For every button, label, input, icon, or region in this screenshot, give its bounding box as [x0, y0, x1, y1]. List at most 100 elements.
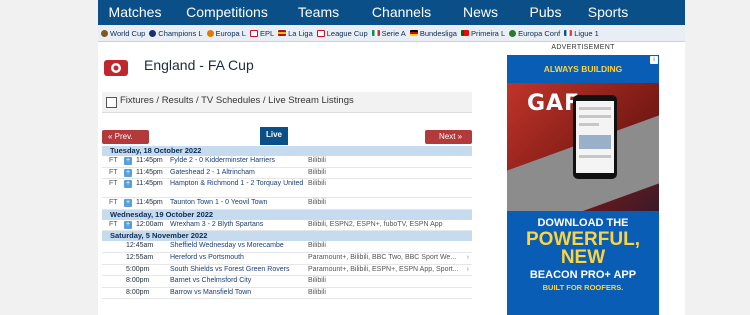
match-link[interactable]: Fylde 2 - 0 Kidderminster Harriers [170, 156, 306, 165]
match-link[interactable]: Sheffield Wednesday vs Morecambe [170, 241, 306, 250]
chevron-right-icon[interactable]: › [467, 265, 469, 275]
league-ligue-1[interactable]: Ligue 1 [564, 29, 599, 38]
channels: Bilibili [308, 157, 326, 164]
match-status: FT [109, 157, 118, 164]
date-header: Saturday, 5 November 2022 [102, 231, 472, 242]
advertisement-label: ADVERTISEMENT [551, 44, 615, 51]
match-link[interactable]: Barnet vs Chelmsford City [170, 276, 306, 285]
channels: Bilibili [308, 199, 326, 207]
table-row[interactable]: FT + 11:45pm Gateshead 2 - 1 Altrincham … [102, 168, 472, 180]
league-bundesliga[interactable]: Bundesliga [409, 29, 457, 38]
channels: Bilibili, ESPN2, ESPN+, fuboTV, ESPN App [308, 220, 443, 228]
match-link[interactable]: Gateshead 2 - 1 Altrincham [170, 168, 306, 177]
fa-cup-logo-icon [104, 60, 128, 76]
kickoff-time: 11:45pm [136, 199, 163, 207]
league-la-liga[interactable]: La Liga [278, 29, 313, 38]
screen-line [579, 107, 611, 110]
channels: Bilibili [308, 242, 326, 250]
match-status: FT [109, 168, 118, 176]
table-row[interactable]: 5:00pm South Shields vs Forest Green Rov… [102, 265, 472, 277]
nav-channels[interactable]: Channels [355, 0, 448, 25]
match-status: FT [109, 199, 118, 207]
expand-icon[interactable]: + [124, 220, 132, 229]
match-link[interactable]: Taunton Town 1 - 0 Yeovil Town [170, 198, 306, 207]
kickoff-time: 12:45am [126, 242, 154, 250]
kickoff-time: 12:00am [136, 220, 164, 228]
league-epl[interactable]: EPL [249, 29, 274, 38]
match-status: FT [109, 220, 118, 228]
table-row[interactable]: 8:00pm Barrow vs Mansfield Town Bilibili [102, 288, 472, 300]
ad-line-5: BUILT FOR ROOFERS. [542, 283, 624, 292]
top-nav: Matches Competitions Teams Channels News… [98, 0, 685, 25]
screen-image [579, 135, 611, 149]
screen-line [579, 115, 611, 118]
match-link[interactable]: Barrow vs Mansfield Town [170, 288, 306, 297]
match-link[interactable]: Wrexham 3 - 2 Blyth Spartans [170, 220, 306, 229]
table-row[interactable]: 8:00pm Barnet vs Chelmsford City Bilibil… [102, 276, 472, 288]
expand-icon[interactable]: + [124, 180, 132, 189]
phone-graphic [573, 95, 617, 179]
league-serie-a[interactable]: Serie A [371, 29, 406, 38]
table-row[interactable]: FT + 12:00am Wrexham 3 - 2 Blyth Spartan… [102, 220, 472, 232]
date-header: Wednesday, 19 October 2022 [102, 209, 472, 220]
league-europa-conference[interactable]: Europa Conf [509, 29, 560, 38]
table-row[interactable]: FT + 11:45pm Taunton Town 1 - 0 Yeovil T… [102, 198, 472, 210]
league-primeira-liga[interactable]: Primeira L [460, 29, 505, 38]
chevron-right-icon[interactable]: › [467, 253, 469, 263]
league-europa-league[interactable]: Europa L [206, 29, 246, 38]
ad-line-1: DOWNLOAD THE [537, 217, 629, 229]
match-link[interactable]: South Shields vs Forest Green Rovers [170, 265, 306, 274]
match-link[interactable]: Hampton & Richmond 1 - 2 Torquay United [170, 179, 306, 188]
kickoff-time: 11:45pm [136, 168, 163, 176]
match-link[interactable]: Hereford vs Portsmouth [170, 253, 306, 262]
channels: Bilibili [308, 168, 326, 176]
listing-subheader: Fixtures / Results / TV Schedules / Live… [102, 92, 472, 113]
nav-teams[interactable]: Teams [282, 0, 355, 25]
kickoff-time: 8:00pm [126, 288, 150, 296]
league-champions-league[interactable]: Champions L [149, 29, 203, 38]
champions-league-icon [149, 29, 157, 37]
expand-icon[interactable]: + [124, 157, 132, 165]
kickoff-time: 11:45pm [136, 157, 163, 164]
table-row[interactable]: FT + 11:45pm Hampton & Richmond 1 - 2 To… [102, 179, 472, 199]
ad-choices-icon[interactable]: i [650, 56, 658, 64]
league-world-cup[interactable]: World Cup [101, 29, 145, 38]
league-league-cup[interactable]: League Cup [316, 29, 368, 38]
nav-sports[interactable]: Sports [578, 0, 638, 25]
pager: « Prev. Live Next » [102, 127, 472, 147]
expand-icon[interactable]: + [124, 168, 132, 177]
ad-brand-bar: ALWAYS BUILDING [507, 55, 659, 83]
table-row[interactable]: 12:45am Sheffield Wednesday vs Morecambe… [102, 241, 472, 253]
ad-line-3: NEW [560, 247, 606, 268]
europa-league-icon [206, 29, 214, 37]
ad-line-4: BEACON PRO+ APP [529, 269, 637, 281]
nav-pubs[interactable]: Pubs [513, 0, 578, 25]
prev-button[interactable]: « Prev. [102, 130, 149, 144]
advertisement-banner[interactable]: ALWAYS BUILDING i GAF DOWNLOAD THE POWER… [507, 55, 659, 315]
expand-icon[interactable]: + [124, 199, 132, 208]
table-row[interactable]: 12:55am Hereford vs Portsmouth Paramount… [102, 253, 472, 265]
europa-conference-icon [509, 29, 517, 37]
table-row[interactable]: FT + 11:45pm Fylde 2 - 0 Kidderminster H… [102, 156, 472, 168]
kickoff-time: 8:00pm [126, 277, 150, 285]
phone-screen [576, 101, 614, 173]
channels: Paramount+, Bilibili, ESPN+, ESPN App, S… [308, 265, 459, 273]
screen-line [579, 123, 599, 126]
england-flag-icon [249, 29, 258, 37]
nav-matches[interactable]: Matches [98, 0, 172, 25]
world-cup-icon [101, 29, 108, 37]
kickoff-time: 5:00pm [126, 265, 150, 273]
channels: Paramount+, Bilibili, BBC Two, BBC Sport… [308, 253, 457, 261]
next-button[interactable]: Next » [425, 130, 472, 144]
ad-copy: DOWNLOAD THE POWERFUL, NEW BEACON PRO+ A… [507, 211, 659, 315]
nav-news[interactable]: News [448, 0, 513, 25]
live-tab[interactable]: Live [260, 127, 288, 145]
channels: Bilibili [308, 288, 326, 296]
portugal-flag-icon [460, 30, 469, 36]
nav-competitions[interactable]: Competitions [172, 0, 282, 25]
channels: Bilibili [308, 180, 326, 188]
document-icon [106, 97, 117, 108]
date-header: Tuesday, 18 October 2022 [102, 146, 472, 156]
listing-subtitle: Fixtures / Results / TV Schedules / Live… [120, 95, 354, 106]
sidebar: ADVERTISEMENT ALWAYS BUILDING i GAF DOWN… [506, 44, 660, 315]
